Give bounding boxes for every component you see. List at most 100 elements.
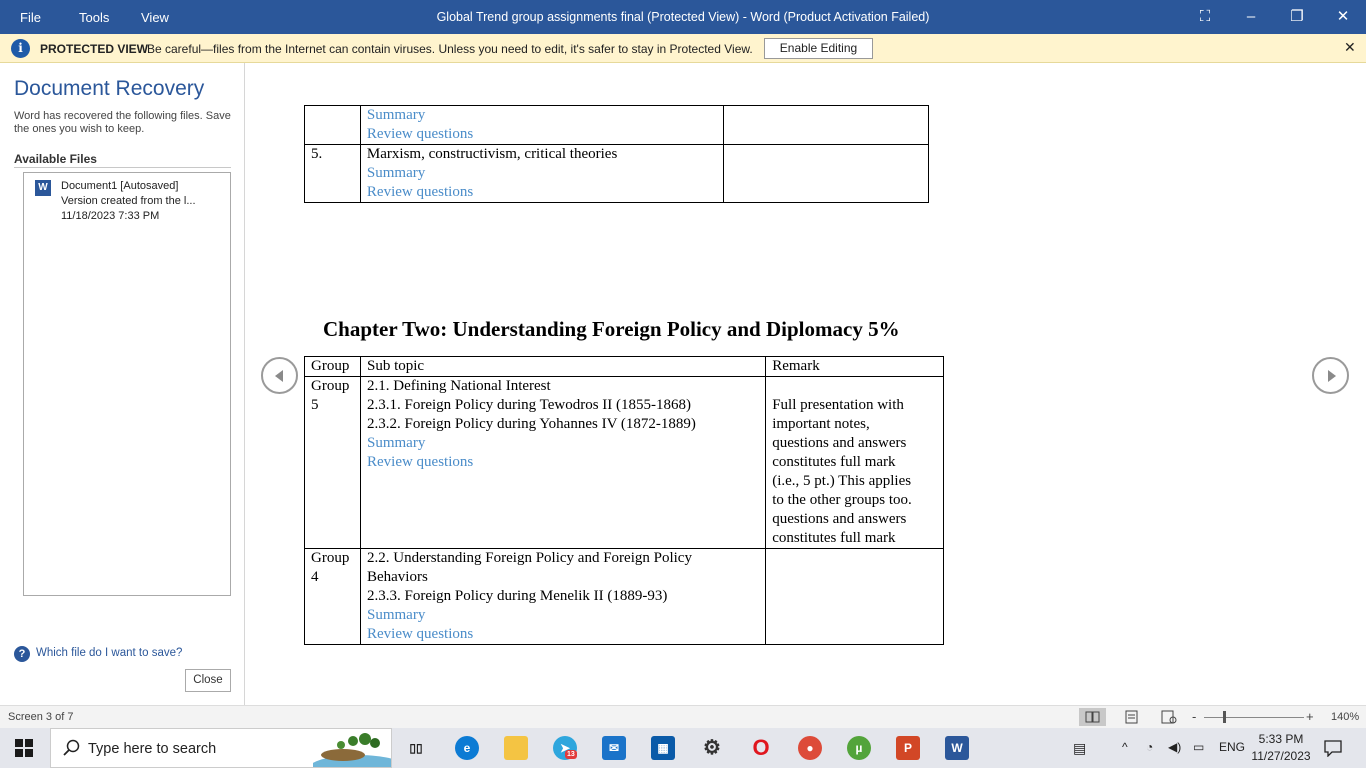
close-bar-icon[interactable]: ✕ <box>1344 39 1356 56</box>
restore-button[interactable]: ❐ <box>1274 4 1320 30</box>
header-remark: Remark <box>765 356 944 377</box>
utorrent-icon[interactable]: µ <box>847 736 871 760</box>
telegram-badge: 13 <box>565 750 577 759</box>
close-recovery-button[interactable]: Close <box>185 669 231 692</box>
group-table: Group Sub topic Remark Group 5 2.1. Defini… <box>304 356 944 645</box>
enable-editing-button[interactable]: Enable Editing <box>764 38 873 59</box>
mail-icon[interactable]: ✉ <box>602 736 626 760</box>
zoom-slider-thumb[interactable] <box>1223 711 1226 723</box>
volume-icon[interactable]: ◀) <box>1168 740 1181 754</box>
taskbar: Type here to search ▯▯ e ➤ 13 ✉ ▦ ⚙ O ● … <box>0 728 1366 768</box>
web-layout-button[interactable] <box>1155 708 1182 726</box>
read-mode-button[interactable] <box>1079 708 1106 726</box>
row-remark <box>723 144 929 203</box>
file-explorer-icon[interactable] <box>504 736 528 760</box>
protected-view-message: Be careful—files from the Internet can c… <box>147 42 753 56</box>
taskbar-search-box[interactable]: Type here to search <box>50 728 392 768</box>
fullscreen-button[interactable]: ⛶ <box>1182 4 1228 30</box>
help-icon: ? <box>14 646 30 662</box>
opera-icon[interactable]: O <box>749 736 773 760</box>
windows-start-icon[interactable] <box>15 739 33 757</box>
group-label: 5 <box>311 397 319 413</box>
divider <box>14 167 231 168</box>
table-row: 5. Marxism, constructivism, critical theo… <box>304 144 929 203</box>
remark-text <box>772 377 937 396</box>
table-header-row: Group Sub topic Remark <box>304 356 944 377</box>
recovered-files-list: W Document1 [Autosaved] Version created … <box>23 172 231 596</box>
status-bar: Screen 3 of 7 - + 140% <box>0 705 1366 728</box>
remark-text: constitutes full mark <box>772 530 896 546</box>
news-widget-icon[interactable]: ▤ <box>1073 740 1086 757</box>
powerpoint-icon[interactable]: P <box>896 736 920 760</box>
chevron-right-icon <box>1328 370 1336 382</box>
row-subtopics: Summary Review questions <box>359 105 725 145</box>
taskbar-clock[interactable]: 5:33 PM 11/27/2023 <box>1246 731 1316 765</box>
remark-text: to the other groups too. <box>772 492 912 508</box>
table-row: Summary Review questions <box>304 105 929 145</box>
print-layout-button[interactable] <box>1118 708 1145 726</box>
group-label: Group <box>311 378 350 394</box>
window-title: Global Trend group assignments final (Pr… <box>436 10 930 24</box>
language-indicator[interactable]: ENG <box>1219 740 1245 754</box>
remark-cell <box>765 548 944 645</box>
subtopic-link-text: Review questions <box>366 184 474 200</box>
shield-icon: i <box>11 39 30 58</box>
group-label: 4 <box>311 569 319 585</box>
file-date: 11/18/2023 7:33 PM <box>61 210 160 222</box>
chevron-up-icon[interactable]: ^ <box>1122 740 1128 754</box>
subtopic-link-text: Summary <box>366 165 426 181</box>
group-cell: Group 5 <box>304 376 361 549</box>
group-cell: Group 4 <box>304 548 361 645</box>
subtopic-text: 2.3.3. Foreign Policy during Menelik II … <box>366 588 668 604</box>
header-subtopic: Sub topic <box>359 356 767 377</box>
zoom-level[interactable]: 140% <box>1331 711 1359 723</box>
subtopic-link-text: Summary <box>366 435 426 451</box>
close-window-button[interactable]: ✕ <box>1320 4 1366 30</box>
notification-icon[interactable] <box>1323 739 1343 757</box>
clock-time: 5:33 PM <box>1258 732 1304 746</box>
protected-view-bar: i PROTECTED VIEW Be careful—files from t… <box>0 34 1366 63</box>
zoom-in-button[interactable]: + <box>1306 709 1314 724</box>
battery-icon[interactable]: ▭ <box>1193 740 1204 754</box>
row-remark <box>723 105 929 145</box>
remark-text: questions and answers <box>772 511 907 527</box>
which-file-link[interactable]: Which file do I want to save? <box>36 647 182 659</box>
subtopic-text: Marxism, constructivism, critical theori… <box>366 146 618 162</box>
previous-screen-button[interactable] <box>261 357 298 394</box>
protected-view-label: PROTECTED VIEW <box>40 42 149 56</box>
top-table: Summary Review questions 5. Marxism, constr… <box>304 105 929 203</box>
edge-browser-icon[interactable]: e <box>455 736 479 760</box>
search-placeholder: Type here to search <box>88 741 217 757</box>
subtopic-text: 2.1. Defining National Interest <box>366 378 551 394</box>
settings-gear-icon[interactable]: ⚙ <box>700 736 724 760</box>
wifi-icon[interactable]: ◔ <box>1146 740 1153 754</box>
zoom-out-button[interactable]: - <box>1192 709 1196 724</box>
minimize-button[interactable]: – <box>1228 4 1274 30</box>
subtopic-link-text: Review questions <box>366 454 474 470</box>
subtopic-text: 2.3.1. Foreign Policy during Tewodros II… <box>366 397 692 413</box>
subtopic-link-text: Summary <box>366 107 426 123</box>
remark-text: questions and answers <box>772 435 907 451</box>
remark-text: important notes, <box>772 416 870 432</box>
next-screen-button[interactable] <box>1312 357 1349 394</box>
subtopic-cell: 2.1. Defining National Interest 2.3.1. Fo… <box>359 376 767 549</box>
table-row: Group 5 2.1. Defining National Interest 2.3… <box>304 376 944 549</box>
subtopic-text: Behaviors <box>366 569 428 585</box>
chapter-heading: Chapter Two: Understanding Foreign Polic… <box>323 317 900 341</box>
title-bar: File Tools View Global Trend group assig… <box>0 0 1366 34</box>
store-icon[interactable]: ▦ <box>651 736 675 760</box>
book-icon <box>1085 711 1100 723</box>
search-icon <box>63 739 80 756</box>
clock-date: 11/27/2023 <box>1251 749 1311 763</box>
web-page-icon <box>1161 710 1177 724</box>
subtopic-link-text: Summary <box>366 607 426 623</box>
task-view-icon[interactable]: ▯▯ <box>404 736 428 760</box>
recovered-file-item[interactable]: W Document1 [Autosaved] Version created … <box>24 177 230 227</box>
word-taskbar-icon[interactable]: W <box>945 736 969 760</box>
subtopic-link-text: Review questions <box>366 626 474 642</box>
telegram-icon[interactable]: ➤ 13 <box>553 736 577 760</box>
group-label: Group <box>311 550 350 566</box>
chrome-icon[interactable]: ● <box>798 736 822 760</box>
zoom-slider-track[interactable] <box>1204 717 1304 718</box>
remark-cell: Full presentation with important notes, qu… <box>765 376 944 549</box>
